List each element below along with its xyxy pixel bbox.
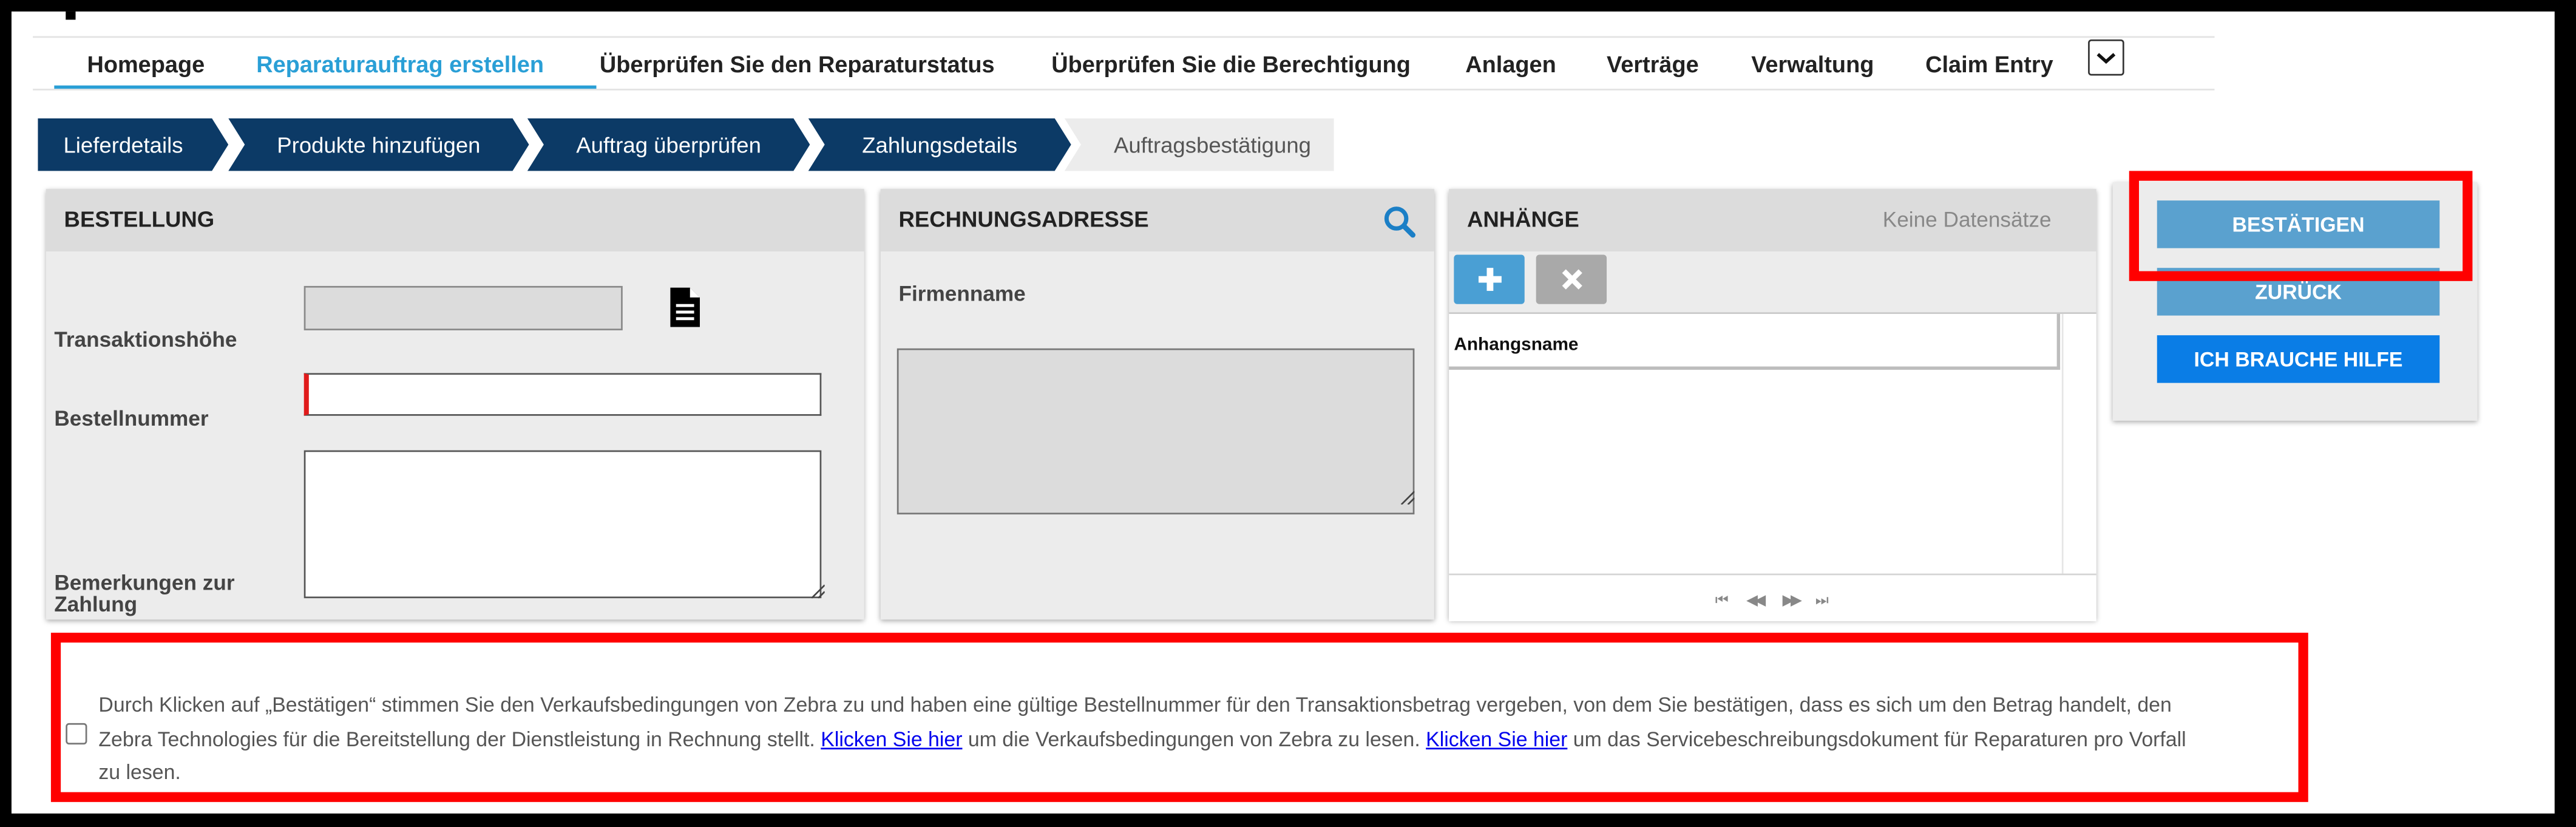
step-review-order: Auftrag überprüfen	[527, 118, 810, 171]
step-label: Auftrag überprüfen	[576, 132, 761, 157]
previous-page-icon[interactable]: ◀◀	[1746, 591, 1766, 610]
order-panel-header: BESTELLUNG	[46, 189, 864, 252]
page-frame: Homepage Reparaturauftrag erstellen Über…	[11, 11, 2555, 814]
attachments-grid: Anhangsname ⏮ ◀◀ ▶▶ ⏭	[1449, 312, 2096, 622]
step-label: Lieferdetails	[63, 132, 183, 157]
terms-text: Durch Klicken auf „Bestätigen“ stimmen S…	[98, 689, 2193, 789]
resize-grip-icon[interactable]	[810, 584, 825, 599]
active-menu-indicator	[54, 85, 597, 89]
close-icon	[1561, 269, 1582, 290]
company-name-label: Firmenname	[898, 281, 1026, 306]
attachments-panel-title: ANHÄNGE	[1466, 207, 1579, 232]
step-label: Produkte hinzufügen	[277, 132, 481, 157]
attachment-name-column[interactable]: Anhangsname	[1454, 335, 1578, 355]
chevron-down-icon	[2096, 53, 2116, 64]
transaction-amount-field	[303, 285, 623, 331]
step-label: Auftragsbestätigung	[1113, 132, 1311, 157]
menu-item-repair-status[interactable]: Überprüfen Sie den Reparaturstatus	[600, 51, 995, 77]
corner-mark	[66, 11, 76, 20]
menu-item-homepage[interactable]: Homepage	[87, 51, 205, 77]
sales-terms-link[interactable]: Klicken Sie hier	[821, 727, 962, 750]
grid-header: Anhangsname	[1449, 313, 2061, 370]
menu-item-assets[interactable]: Anlagen	[1465, 51, 1556, 77]
menu-item-claim-entry[interactable]: Claim Entry	[1925, 51, 2053, 77]
menu-item-administration[interactable]: Verwaltung	[1751, 51, 1874, 77]
menu-item-contracts[interactable]: Verträge	[1607, 51, 1699, 77]
first-page-icon[interactable]: ⏮	[1715, 591, 1729, 610]
remove-attachment-button[interactable]	[1536, 254, 1607, 304]
search-icon[interactable]	[1383, 205, 1416, 238]
payment-remarks-label: Bemerkungen zur Zahlung	[54, 570, 235, 616]
grid-pager: ⏮ ◀◀ ▶▶ ⏭	[1449, 573, 2096, 622]
step-delivery-details: Lieferdetails	[38, 118, 229, 171]
step-add-products: Produkte hinzufügen	[228, 118, 529, 171]
billing-panel-title: RECHNUNGSADRESSE	[898, 207, 1149, 232]
plus-icon	[1477, 268, 1501, 291]
order-number-input[interactable]	[303, 373, 822, 416]
action-panel: BESTÄTIGEN ZURÜCK ICH BRAUCHE HILFE	[2112, 182, 2478, 421]
order-panel-title: BESTELLUNG	[64, 207, 215, 232]
transaction-amount-label: Transaktionshöhe	[54, 327, 237, 352]
help-button[interactable]: ICH BRAUCHE HILFE	[2157, 335, 2440, 383]
step-payment-details: Zahlungsdetails	[808, 118, 1071, 171]
company-name-field	[897, 348, 1415, 515]
back-button[interactable]: ZURÜCK	[2157, 268, 2440, 316]
main-menu: Homepage Reparaturauftrag erstellen Über…	[33, 38, 2215, 90]
billing-panel-header: RECHNUNGSADRESSE	[880, 189, 1434, 252]
next-page-icon[interactable]: ▶▶	[1783, 591, 1802, 610]
step-label: Zahlungsdetails	[862, 132, 1018, 157]
grid-scrollbar[interactable]	[2061, 313, 2096, 574]
order-number-label: Bestellnummer	[54, 406, 209, 431]
confirm-button[interactable]: BESTÄTIGEN	[2157, 200, 2440, 248]
step-order-confirmation: Auftragsbestätigung	[1064, 118, 1334, 171]
resize-grip-icon	[1400, 491, 1415, 505]
terms-checkbox[interactable]	[66, 723, 87, 745]
menu-more-button[interactable]	[2088, 39, 2124, 76]
payment-remarks-textarea[interactable]	[303, 450, 822, 599]
order-panel: BESTELLUNG Transaktionshöhe Bestellnumme…	[46, 189, 864, 620]
attachments-status: Keine Datensätze	[1882, 207, 2052, 232]
last-page-icon[interactable]: ⏭	[1815, 591, 1829, 610]
attachments-panel-header: ANHÄNGE Keine Datensätze	[1449, 189, 2096, 252]
terms-text-part: um die Verkaufsbedingungen von Zebra zu …	[968, 727, 1420, 750]
attachments-panel: ANHÄNGE Keine Datensätze Anhangsname ⏮ ◀…	[1449, 189, 2096, 622]
billing-address-panel: RECHNUNGSADRESSE Firmenname	[880, 189, 1434, 620]
menu-item-create-repair-order[interactable]: Reparaturauftrag erstellen	[256, 51, 544, 77]
menu-item-entitlement[interactable]: Überprüfen Sie die Berechtigung	[1051, 51, 1411, 77]
document-icon[interactable]	[670, 287, 700, 327]
add-attachment-button[interactable]	[1454, 254, 1525, 304]
service-description-link[interactable]: Klicken Sie hier	[1426, 727, 1567, 750]
